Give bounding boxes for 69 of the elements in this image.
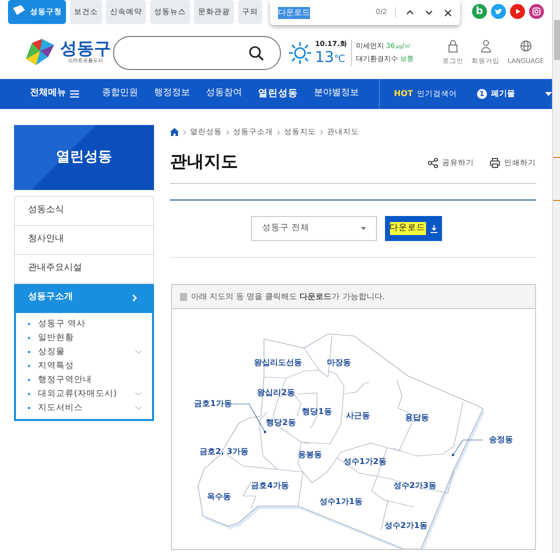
youtube-icon[interactable]	[510, 4, 525, 19]
chevron-right-icon[interactable]	[183, 130, 186, 134]
leader-line	[230, 404, 266, 434]
share-icon[interactable]	[428, 158, 438, 168]
district-label[interactable]: 마장동	[327, 358, 351, 367]
nav-item[interactable]: 분야별정보	[314, 86, 359, 102]
district-label[interactable]: 금호2, 3가동	[200, 447, 248, 456]
scrollbar[interactable]	[552, 0, 560, 553]
district-label[interactable]: 성수1가1동	[319, 497, 363, 506]
sidebar-item[interactable]: 관내주요시설	[14, 255, 154, 284]
district-label[interactable]: 금호1가동	[194, 399, 232, 408]
submenu-item[interactable]: 행정구역안내	[38, 373, 92, 387]
person-icon[interactable]	[480, 39, 492, 54]
district-label[interactable]: 응봉동	[298, 450, 322, 459]
sun-icon	[289, 42, 311, 64]
nav-item[interactable]: 열린성동	[258, 86, 298, 102]
submenu-item[interactable]: 상징물	[38, 345, 65, 359]
globe-icon[interactable]	[520, 39, 532, 54]
district-label[interactable]: 용답동	[405, 413, 429, 422]
district-label[interactable]: 옥수동	[207, 492, 231, 501]
nav-item[interactable]: 행정정보	[154, 86, 190, 102]
instagram-icon[interactable]	[529, 4, 544, 19]
submenu-item[interactable]: 일반현황	[38, 331, 74, 345]
leader-line	[452, 440, 484, 456]
chevron-right-icon[interactable]	[226, 130, 229, 134]
download-button[interactable]: 다운로드	[385, 216, 442, 241]
menu-icon[interactable]	[70, 90, 79, 98]
district-dropdown[interactable]: 성동구 전체	[251, 216, 377, 241]
sidebar-item[interactable]: 청사안내	[14, 226, 154, 255]
submenu-item[interactable]: 성동구 역사	[38, 317, 86, 331]
submenu-item[interactable]: 지역특성	[38, 359, 74, 373]
page-title: 관내지도	[170, 151, 238, 174]
district-label[interactable]: 왕십리도선동	[254, 358, 302, 367]
nav-item[interactable]: 성동참여	[206, 86, 242, 102]
district-label[interactable]: 행당1동	[302, 407, 332, 416]
envelope-icon[interactable]	[12, 4, 26, 16]
logo-icon	[24, 39, 56, 67]
district-label[interactable]: 왕십리2동	[257, 388, 295, 397]
district-label[interactable]: 행당2동	[266, 418, 296, 427]
district-label[interactable]: 송정동	[489, 435, 513, 444]
submenu-item[interactable]: 대외교류(자매도시)	[38, 387, 117, 401]
hot-tag: HOT	[394, 88, 413, 100]
district-label[interactable]: 사근동	[346, 411, 370, 420]
district-label[interactable]: 성수1가2동	[343, 457, 387, 466]
home-icon[interactable]	[170, 128, 179, 136]
district-label[interactable]: 성수2가1동	[384, 521, 428, 530]
sidebar-item[interactable]: 성동소식	[14, 197, 154, 226]
close-icon[interactable]	[444, 8, 452, 16]
download-icon[interactable]	[430, 224, 438, 232]
lock-icon[interactable]	[447, 39, 460, 54]
chevron-right-icon[interactable]	[277, 130, 280, 134]
popular-keyword-link[interactable]: 폐기물	[490, 88, 515, 100]
printer-icon[interactable]	[490, 158, 500, 168]
temperature: 13℃	[315, 48, 346, 66]
caret-icon[interactable]	[361, 227, 366, 230]
submenu-item[interactable]: 지도서비스	[38, 401, 83, 415]
nav-item[interactable]: 종합민원	[102, 86, 138, 102]
all-menu-button[interactable]: 전체메뉴	[30, 87, 79, 101]
logo-name[interactable]: 성동구	[60, 40, 111, 58]
caret-icon[interactable]	[545, 92, 552, 96]
search-icon[interactable]	[249, 46, 264, 60]
chevron-right-icon[interactable]	[320, 130, 323, 134]
district-label[interactable]: 금호4가동	[251, 481, 289, 490]
section-title: 열린성동	[56, 148, 112, 167]
district-label[interactable]: 성수2가3동	[393, 481, 437, 490]
info-icon	[180, 292, 187, 300]
twitter-icon[interactable]	[491, 4, 506, 19]
search-field[interactable]	[113, 36, 281, 70]
notice-text: 아래 지도의 동 명을 클릭해도 다운로드가 가능합니다.	[191, 290, 385, 302]
